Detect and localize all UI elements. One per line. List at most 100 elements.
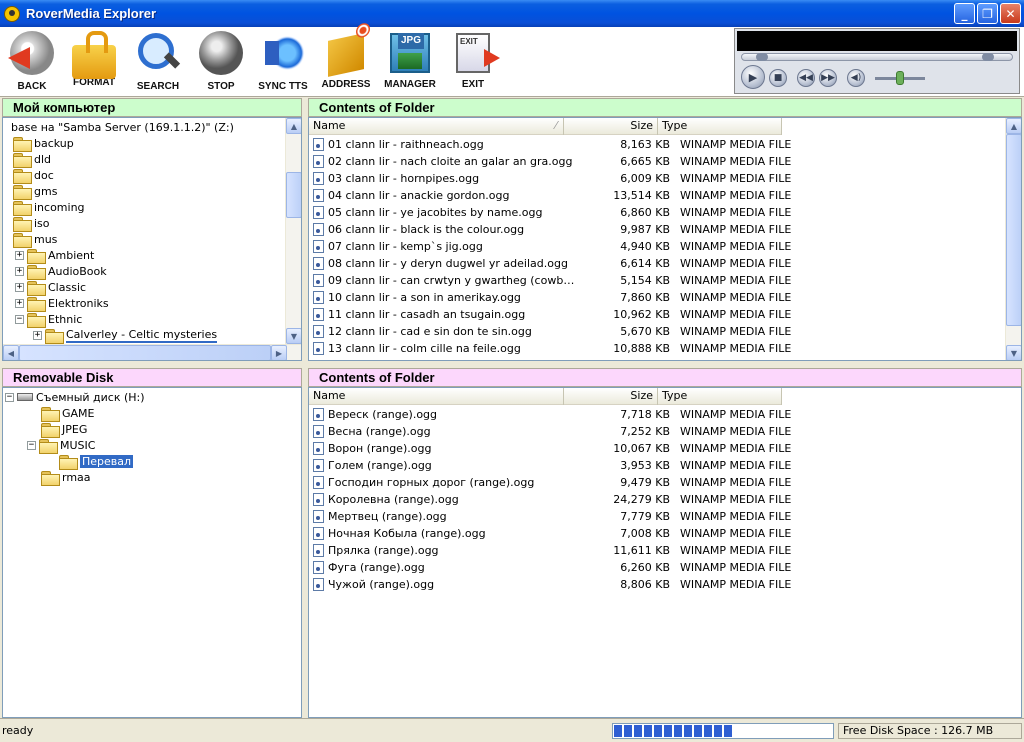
tree-item-game[interactable]: GAME [41, 405, 95, 422]
tree-item-incoming[interactable]: incoming [13, 199, 85, 216]
file-size: 11,611 KB [613, 544, 670, 557]
file-row[interactable]: Ворон (range).ogg 10,067 KB WINAMP MEDIA F… [309, 440, 794, 457]
collapse-icon[interactable]: − [5, 392, 14, 402]
close-button[interactable]: ✕ [1000, 3, 1021, 24]
list-vertical-scrollbar[interactable]: ▲ ▼ [1005, 118, 1021, 360]
file-row[interactable]: Фуга (range).ogg 6,260 KB WINAMP MEDIA FIL… [309, 559, 794, 576]
file-row[interactable]: Вереск (range).ogg 7,718 KB WINAMP MEDIA F… [309, 406, 794, 423]
manager-button[interactable]: MANAGER [380, 31, 440, 93]
expand-icon[interactable]: + [15, 298, 24, 308]
tree-horizontal-scrollbar[interactable]: ◀ ▶ [3, 344, 301, 360]
tree-item-ethnic[interactable]: − Ethnic [15, 311, 82, 328]
file-row[interactable]: Королевна (range).ogg 24,279 KB WINAMP MED… [309, 491, 794, 508]
next-track-button[interactable]: ▶▶ [819, 69, 837, 87]
tree-item-rmaa[interactable]: rmaa [41, 469, 91, 486]
file-row[interactable]: 10 clann lir - a son in amerikay.ogg 7,86… [309, 289, 794, 306]
column-name[interactable]: Name [309, 388, 564, 405]
expand-icon[interactable]: + [15, 282, 24, 292]
file-row[interactable]: 09 clann lir - can crwtyn y gwartheg (co… [309, 272, 794, 289]
format-button[interactable]: FORMAT [64, 31, 124, 93]
address-button[interactable]: ADDRESS [316, 31, 376, 93]
back-button[interactable]: BACK [2, 31, 62, 93]
play-button[interactable]: ▶ [741, 65, 765, 89]
collapse-icon[interactable]: − [27, 440, 36, 450]
tree-item-classic[interactable]: + Classic [15, 279, 86, 296]
file-row[interactable]: Весна (range).ogg 7,252 KB WINAMP MEDIA FI… [309, 423, 794, 440]
file-row[interactable]: Господин горных дорог (range).ogg 9,479 K… [309, 474, 794, 491]
file-row[interactable]: Чужой (range).ogg 8,806 KB WINAMP MEDIA FI… [309, 576, 794, 593]
minimize-button[interactable]: _ [954, 3, 975, 24]
mute-button[interactable]: ◀) [847, 69, 865, 87]
scroll-thumb[interactable] [19, 345, 271, 360]
folder-icon [27, 264, 46, 280]
column-size[interactable]: Size [564, 388, 658, 405]
scroll-left-button[interactable]: ◀ [3, 345, 19, 360]
expand-icon[interactable]: + [15, 266, 24, 276]
scroll-thumb[interactable] [1006, 134, 1021, 326]
folder-icon [13, 168, 32, 184]
file-name: 03 clann lir - hornpipes.ogg [328, 172, 480, 185]
collapse-icon[interactable]: − [15, 314, 24, 324]
scroll-right-button[interactable]: ▶ [271, 345, 287, 360]
file-row[interactable]: 01 clann lir - raithneach.ogg 8,163 KB WIN… [309, 136, 794, 153]
tree-item-label: gms [34, 184, 58, 198]
scroll-up-button[interactable]: ▲ [286, 118, 301, 134]
tree-item-mus[interactable]: mus [13, 231, 57, 248]
file-type: WINAMP MEDIA FILE [680, 459, 792, 472]
exit-button[interactable]: EXIT [443, 31, 503, 93]
tree-item-network-drive[interactable]: base на "Samba Server (169.1.1.2)" (Z:) [5, 119, 234, 135]
column-size[interactable]: Size [564, 118, 658, 135]
column-name[interactable]: Name ⁄ [309, 118, 564, 135]
tree-item-backup[interactable]: backup [13, 135, 74, 152]
scroll-thumb[interactable] [286, 172, 301, 218]
file-row[interactable]: 06 clann lir - black is the colour.ogg 9,… [309, 221, 794, 238]
tree-vertical-scrollbar[interactable]: ▲ ▼ [285, 118, 301, 344]
search-button[interactable]: SEARCH [128, 31, 188, 93]
previous-track-button[interactable]: ◀◀ [797, 69, 815, 87]
player-stop-button[interactable]: ■ [769, 69, 787, 87]
seek-end-handle[interactable] [982, 53, 994, 61]
tree-item-calverley[interactable]: + Calverley - Celtic mysteries [33, 327, 218, 344]
file-row[interactable]: Прялка (range).ogg 11,611 KB WINAMP MEDIA … [309, 542, 794, 559]
file-row[interactable]: Мертвец (range).ogg 7,779 KB WINAMP MEDIA … [309, 508, 794, 525]
file-row[interactable]: 07 clann lir - kemp`s jig.ogg 4,940 KB WIN… [309, 238, 794, 255]
file-row[interactable]: 12 clann lir - cad e sin don te sin.ogg 5… [309, 323, 794, 340]
column-type[interactable]: Type [658, 388, 782, 405]
file-row[interactable]: 05 clann lir - ye jacobites by name.ogg 6… [309, 204, 794, 221]
file-row[interactable]: Голем (range).ogg 3,953 KB WINAMP MEDIA FI… [309, 457, 794, 474]
maximize-button[interactable]: ❐ [977, 3, 998, 24]
sync-tts-button[interactable]: SYNC TTS [253, 31, 313, 93]
tree-item-audiobook[interactable]: + AudioBook [15, 263, 107, 280]
file-row[interactable]: 02 clann lir - nach cloite an galar an g… [309, 153, 794, 170]
tree-item-music[interactable]: − MUSIC [27, 437, 95, 454]
file-row[interactable]: 03 clann lir - hornpipes.ogg 6,009 KB WINA… [309, 170, 794, 187]
column-type[interactable]: Type [658, 118, 782, 135]
scroll-down-button[interactable]: ▼ [1006, 345, 1021, 360]
expand-icon[interactable]: + [15, 250, 24, 260]
file-row[interactable]: Ночная Кобыла (range).ogg 7,008 KB WINAMP … [309, 525, 794, 542]
scroll-down-button[interactable]: ▼ [286, 328, 301, 344]
stop-button[interactable]: STOP [191, 31, 251, 93]
file-row[interactable]: 08 clann lir - y deryn dugwel yr adeilad… [309, 255, 794, 272]
audio-file-icon [313, 325, 324, 338]
stop-icon [199, 31, 243, 75]
file-row[interactable]: 11 clann lir - casadh an tsugain.ogg 10,9… [309, 306, 794, 323]
tree-item-pereval[interactable]: Перевал [59, 453, 134, 470]
file-row[interactable]: 13 clann lir - colm cille na feile.ogg 10… [309, 340, 794, 357]
tree-item-doc[interactable]: doc [13, 167, 54, 184]
scroll-up-button[interactable]: ▲ [1006, 118, 1021, 134]
file-row[interactable]: 04 clann lir - anackie gordon.ogg 13,514 … [309, 187, 794, 204]
folder-icon [13, 136, 32, 152]
tree-item-jpeg[interactable]: JPEG [41, 421, 87, 438]
expand-icon[interactable]: + [33, 330, 42, 340]
tree-item-ambient[interactable]: + Ambient [15, 247, 94, 264]
back-label: BACK [17, 81, 47, 92]
seek-bar[interactable] [741, 53, 1013, 61]
tree-item-elektroniks[interactable]: + Elektroniks [15, 295, 109, 312]
seek-start-handle[interactable] [756, 53, 768, 61]
tree-item-removable-drive[interactable]: − Съемный диск (H:) [5, 389, 145, 405]
tree-item-gms[interactable]: gms [13, 183, 58, 200]
tree-item-iso[interactable]: iso [13, 215, 50, 232]
volume-slider-knob[interactable] [896, 71, 904, 85]
tree-item-dld[interactable]: dld [13, 151, 51, 168]
